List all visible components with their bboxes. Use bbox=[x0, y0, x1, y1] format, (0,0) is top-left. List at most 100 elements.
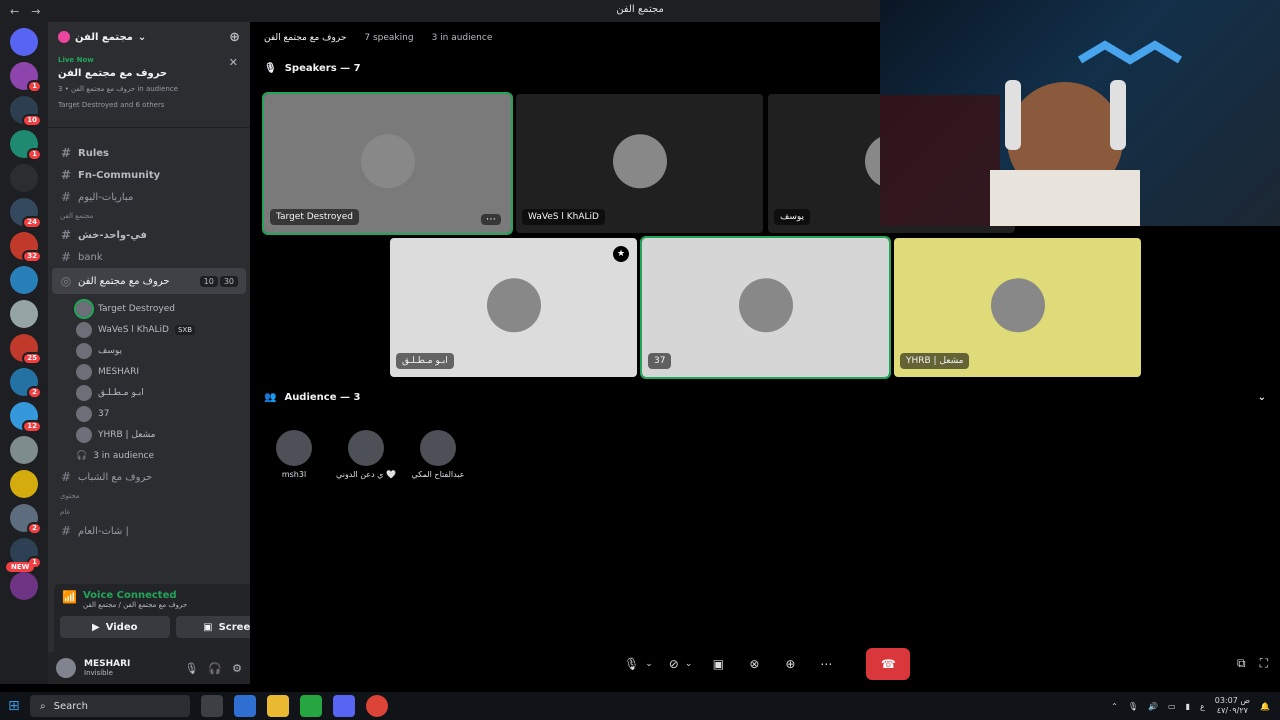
server-icon[interactable]: 24 bbox=[10, 198, 42, 229]
audience-member[interactable]: عبدالفتاح المكي bbox=[408, 430, 468, 479]
audience-member[interactable]: ي دعن الدوني 🤍 bbox=[336, 430, 396, 479]
task-view-icon[interactable] bbox=[201, 695, 223, 717]
channel-item[interactable]: # Rules bbox=[48, 142, 250, 164]
fullscreen-icon[interactable]: ⛶ bbox=[1260, 656, 1268, 671]
notification-icon[interactable]: 🔔 bbox=[1260, 702, 1270, 711]
hash-icon: # bbox=[60, 168, 72, 182]
hash-icon: # bbox=[60, 146, 72, 160]
hash-icon: # bbox=[60, 470, 72, 484]
stage-counts: 10 30 bbox=[198, 275, 238, 287]
speaker-tile[interactable]: 37 bbox=[640, 236, 891, 379]
server-icon[interactable] bbox=[10, 300, 38, 328]
server-icon[interactable]: 2 bbox=[10, 504, 42, 535]
app-icon[interactable] bbox=[300, 695, 322, 717]
more-icon[interactable]: ⋯ bbox=[481, 214, 501, 225]
speaker-name: ابـو مـطـلـق bbox=[396, 353, 454, 369]
invite-button[interactable]: ⊕ bbox=[774, 648, 806, 680]
server-icon[interactable]: 25 bbox=[10, 334, 42, 365]
chevron-up-icon[interactable]: ⌃ bbox=[1111, 702, 1118, 711]
leave-stage-button[interactable]: ☎ bbox=[866, 648, 911, 680]
mute-button[interactable]: 🎙 ⌄ bbox=[618, 648, 659, 680]
voice-user[interactable]: 37 bbox=[48, 403, 250, 424]
chevron-down-icon[interactable]: ⌄ bbox=[1258, 392, 1266, 403]
voice-user[interactable]: WaVeS l KhALiD SXB bbox=[48, 319, 250, 340]
pin-icon[interactable] bbox=[10, 164, 38, 192]
channel-label: bank bbox=[78, 251, 103, 263]
discord-icon[interactable] bbox=[333, 695, 355, 717]
voice-user[interactable]: MESHARI bbox=[48, 361, 250, 382]
speaker-tile[interactable]: YHRB | مشعل bbox=[894, 238, 1141, 377]
channel-item[interactable]: # Fn-Community bbox=[48, 164, 250, 186]
speaker-tile[interactable]: WaVeS l KhALiD bbox=[516, 94, 763, 233]
video-button[interactable]: ▶ Video bbox=[60, 616, 170, 638]
server-icon[interactable] bbox=[10, 572, 38, 600]
in-audience-row[interactable]: 🎧 3 in audience bbox=[48, 445, 250, 466]
live-banner[interactable]: Live Now حروف مع مجتمع الفن حروف مع مجتم… bbox=[48, 52, 250, 128]
server-icon[interactable]: 1 bbox=[10, 130, 42, 161]
voice-user[interactable]: ابـو مـطـلـق bbox=[48, 382, 250, 403]
microphone-icon: 🎙 bbox=[624, 657, 640, 671]
speaker-name: YHRB | مشعل bbox=[900, 353, 970, 369]
file-explorer-icon[interactable] bbox=[267, 695, 289, 717]
people-icon: 👥 bbox=[264, 392, 277, 403]
category-header[interactable]: محتوى bbox=[48, 488, 250, 504]
channel-label: شات-العام | bbox=[78, 525, 129, 537]
stage-channel[interactable]: ◎ حروف مع مجتمع الفن 10 30 bbox=[52, 268, 246, 294]
clock[interactable]: 03:07 ص ٤٧/٠٩/٢٧ bbox=[1215, 696, 1250, 716]
category-header[interactable]: عام bbox=[48, 504, 250, 520]
server-icon[interactable]: 10 bbox=[10, 96, 42, 127]
chrome-icon[interactable] bbox=[366, 695, 388, 717]
move-to-audience-button[interactable]: ⊗ bbox=[738, 648, 770, 680]
server-icon[interactable] bbox=[10, 436, 38, 464]
camera-button[interactable]: ⊘ ⌄ bbox=[663, 648, 699, 680]
store-icon[interactable] bbox=[234, 695, 256, 717]
voice-user[interactable]: يوسف bbox=[48, 340, 250, 361]
display-icon[interactable]: ▭ bbox=[1168, 702, 1176, 711]
server-icon[interactable]: 2 bbox=[10, 368, 42, 399]
mic-icon[interactable]: 🎙 bbox=[1128, 702, 1138, 711]
server-icon[interactable] bbox=[10, 470, 38, 498]
volume-icon[interactable]: 🔊 bbox=[1148, 702, 1158, 711]
windows-start-icon[interactable]: ⊞ bbox=[8, 698, 20, 714]
channel-item[interactable]: # مباريات-اليوم bbox=[48, 186, 250, 208]
server-header[interactable]: مجتمع الفن ⌄ ⊕ bbox=[48, 22, 250, 52]
microphone-icon[interactable]: 🎙 bbox=[184, 662, 198, 675]
voice-sub[interactable]: حروف مع مجتمع الفن / مجتمع الفن bbox=[83, 601, 187, 609]
channel-item[interactable]: # في-واحد-خش bbox=[48, 224, 250, 246]
language-indicator[interactable]: ع bbox=[1200, 702, 1205, 711]
avatar bbox=[76, 405, 92, 422]
channel-label: في-واحد-خش bbox=[78, 229, 147, 241]
close-icon[interactable]: ✕ bbox=[229, 56, 238, 69]
video-label: Video bbox=[105, 621, 138, 633]
battery-icon[interactable]: ▮ bbox=[1186, 702, 1190, 711]
server-icon[interactable] bbox=[10, 266, 38, 294]
gear-icon[interactable]: ⚙ bbox=[232, 662, 242, 675]
new-badge: NEW bbox=[6, 562, 35, 572]
unread-badge: 24 bbox=[22, 216, 42, 229]
voice-status[interactable]: Voice Connected bbox=[83, 590, 187, 601]
taskbar-search[interactable]: ⌕ Search bbox=[30, 695, 190, 717]
voice-user[interactable]: YHRB | مشعل bbox=[48, 424, 250, 445]
discord-home-icon[interactable] bbox=[10, 28, 38, 56]
screen-share-icon: ▣ bbox=[203, 621, 213, 633]
more-button[interactable]: ⋯ bbox=[810, 648, 842, 680]
server-icon[interactable]: 12 bbox=[10, 402, 42, 433]
popout-icon[interactable]: ⧉ bbox=[1237, 656, 1246, 671]
voice-user[interactable]: Target Destroyed bbox=[48, 298, 250, 319]
channel-item[interactable]: # شات-العام | bbox=[48, 520, 250, 542]
headphones-icon[interactable]: 🎧 bbox=[208, 662, 222, 675]
speaker-tile[interactable]: ابـو مـطـلـق ★ bbox=[390, 238, 637, 377]
avatar[interactable] bbox=[56, 658, 76, 678]
server-icon[interactable]: 32 bbox=[10, 232, 42, 263]
add-member-icon[interactable]: ⊕ bbox=[229, 30, 240, 45]
server-list: 1 10 1 24 32 25 2 12 2 1 NEW bbox=[0, 22, 48, 684]
speaker-tile[interactable]: Target Destroyed ⋯ bbox=[262, 92, 513, 235]
avatar bbox=[738, 277, 793, 332]
server-icon[interactable]: 1 bbox=[10, 62, 42, 93]
audience-member[interactable]: msh3l bbox=[264, 430, 324, 479]
screen-share-button[interactable]: ▣ bbox=[702, 648, 734, 680]
category-header[interactable]: مجتمع الفن bbox=[48, 208, 250, 224]
channel-item[interactable]: # bank bbox=[48, 246, 250, 268]
channel-label: Rules bbox=[78, 147, 109, 159]
channel-item[interactable]: # حروف مع الشباب bbox=[48, 466, 250, 488]
